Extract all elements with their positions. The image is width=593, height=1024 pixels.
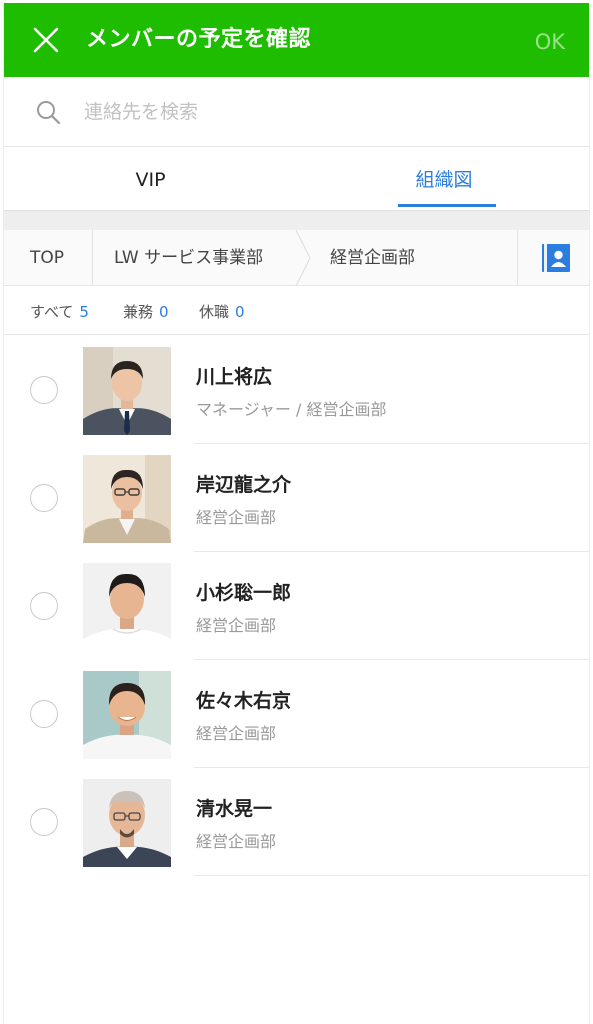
contact-card-button[interactable] xyxy=(541,243,571,273)
select-radio[interactable] xyxy=(30,484,58,512)
list-item[interactable]: 岸辺龍之介 経営企画部 xyxy=(4,444,589,552)
select-radio[interactable] xyxy=(30,700,58,728)
member-name: 小杉聡一郎 xyxy=(196,582,292,604)
tab-org-chart[interactable]: 組織図 xyxy=(297,148,589,210)
breadcrumb-separator xyxy=(517,230,518,286)
avatar xyxy=(83,563,171,651)
breadcrumb-lw-service[interactable]: LW サービス事業部 xyxy=(114,230,263,286)
select-radio[interactable] xyxy=(30,376,58,404)
filter-count: 0 xyxy=(235,303,245,321)
member-name: 岸辺龍之介 xyxy=(196,474,292,496)
app-frame: メンバーの予定を確認 OK VIP 組織図 TOP LW サービス事業部 経営企… xyxy=(3,3,590,1024)
chevron-right-icon xyxy=(295,230,311,286)
breadcrumb: TOP LW サービス事業部 経営企画部 xyxy=(4,230,589,286)
member-subtitle: 経営企画部 xyxy=(196,508,277,527)
member-name: 佐々木右京 xyxy=(196,690,292,712)
section-divider xyxy=(4,210,589,230)
search-input[interactable] xyxy=(84,94,554,130)
member-subtitle: 経営企画部 xyxy=(196,616,277,635)
filter-concurrent[interactable]: 兼務 0 xyxy=(123,287,169,335)
breadcrumb-separator xyxy=(92,230,93,286)
member-subtitle: 経営企画部 xyxy=(196,724,277,743)
active-tab-indicator xyxy=(398,204,496,207)
header-bar: メンバーの予定を確認 OK xyxy=(4,3,589,77)
tab-bar: VIP 組織図 xyxy=(4,148,589,210)
list-item[interactable]: 清水晃一 経営企画部 xyxy=(4,768,589,876)
tab-vip[interactable]: VIP xyxy=(4,148,297,210)
select-radio[interactable] xyxy=(30,592,58,620)
ok-button[interactable]: OK xyxy=(535,3,565,77)
member-subtitle: 経営企画部 xyxy=(196,832,277,851)
filter-label: 兼務 xyxy=(123,303,154,321)
filter-all[interactable]: すべて 5 xyxy=(30,287,89,335)
close-button[interactable] xyxy=(28,22,64,58)
member-name: 清水晃一 xyxy=(196,798,273,820)
list-item[interactable]: 佐々木右京 経営企画部 xyxy=(4,660,589,768)
filter-label: すべて xyxy=(30,303,74,321)
avatar xyxy=(83,455,171,543)
member-subtitle: マネージャー / 経営企画部 xyxy=(196,400,387,419)
breadcrumb-current: 経営企画部 xyxy=(330,248,415,268)
filter-count: 5 xyxy=(79,303,89,321)
list-item[interactable]: 小杉聡一郎 経営企画部 xyxy=(4,552,589,660)
avatar xyxy=(83,347,171,435)
contact-card-icon xyxy=(542,244,570,272)
search-bar xyxy=(4,77,589,147)
filter-on-leave[interactable]: 休職 0 xyxy=(199,287,245,335)
filter-count: 0 xyxy=(159,303,169,321)
filter-label: 休職 xyxy=(199,303,230,321)
breadcrumb-top[interactable]: TOP xyxy=(30,230,64,286)
avatar xyxy=(83,779,171,867)
filter-bar: すべて 5 兼務 0 休職 0 xyxy=(4,287,589,335)
close-icon xyxy=(33,27,59,53)
list-item[interactable]: 川上将広 マネージャー / 経営企画部 xyxy=(4,336,589,444)
search-icon xyxy=(37,101,61,125)
select-radio[interactable] xyxy=(30,808,58,836)
avatar xyxy=(83,671,171,759)
divider xyxy=(194,875,589,876)
page-title: メンバーの予定を確認 xyxy=(86,27,312,52)
member-name: 川上将広 xyxy=(196,366,273,388)
